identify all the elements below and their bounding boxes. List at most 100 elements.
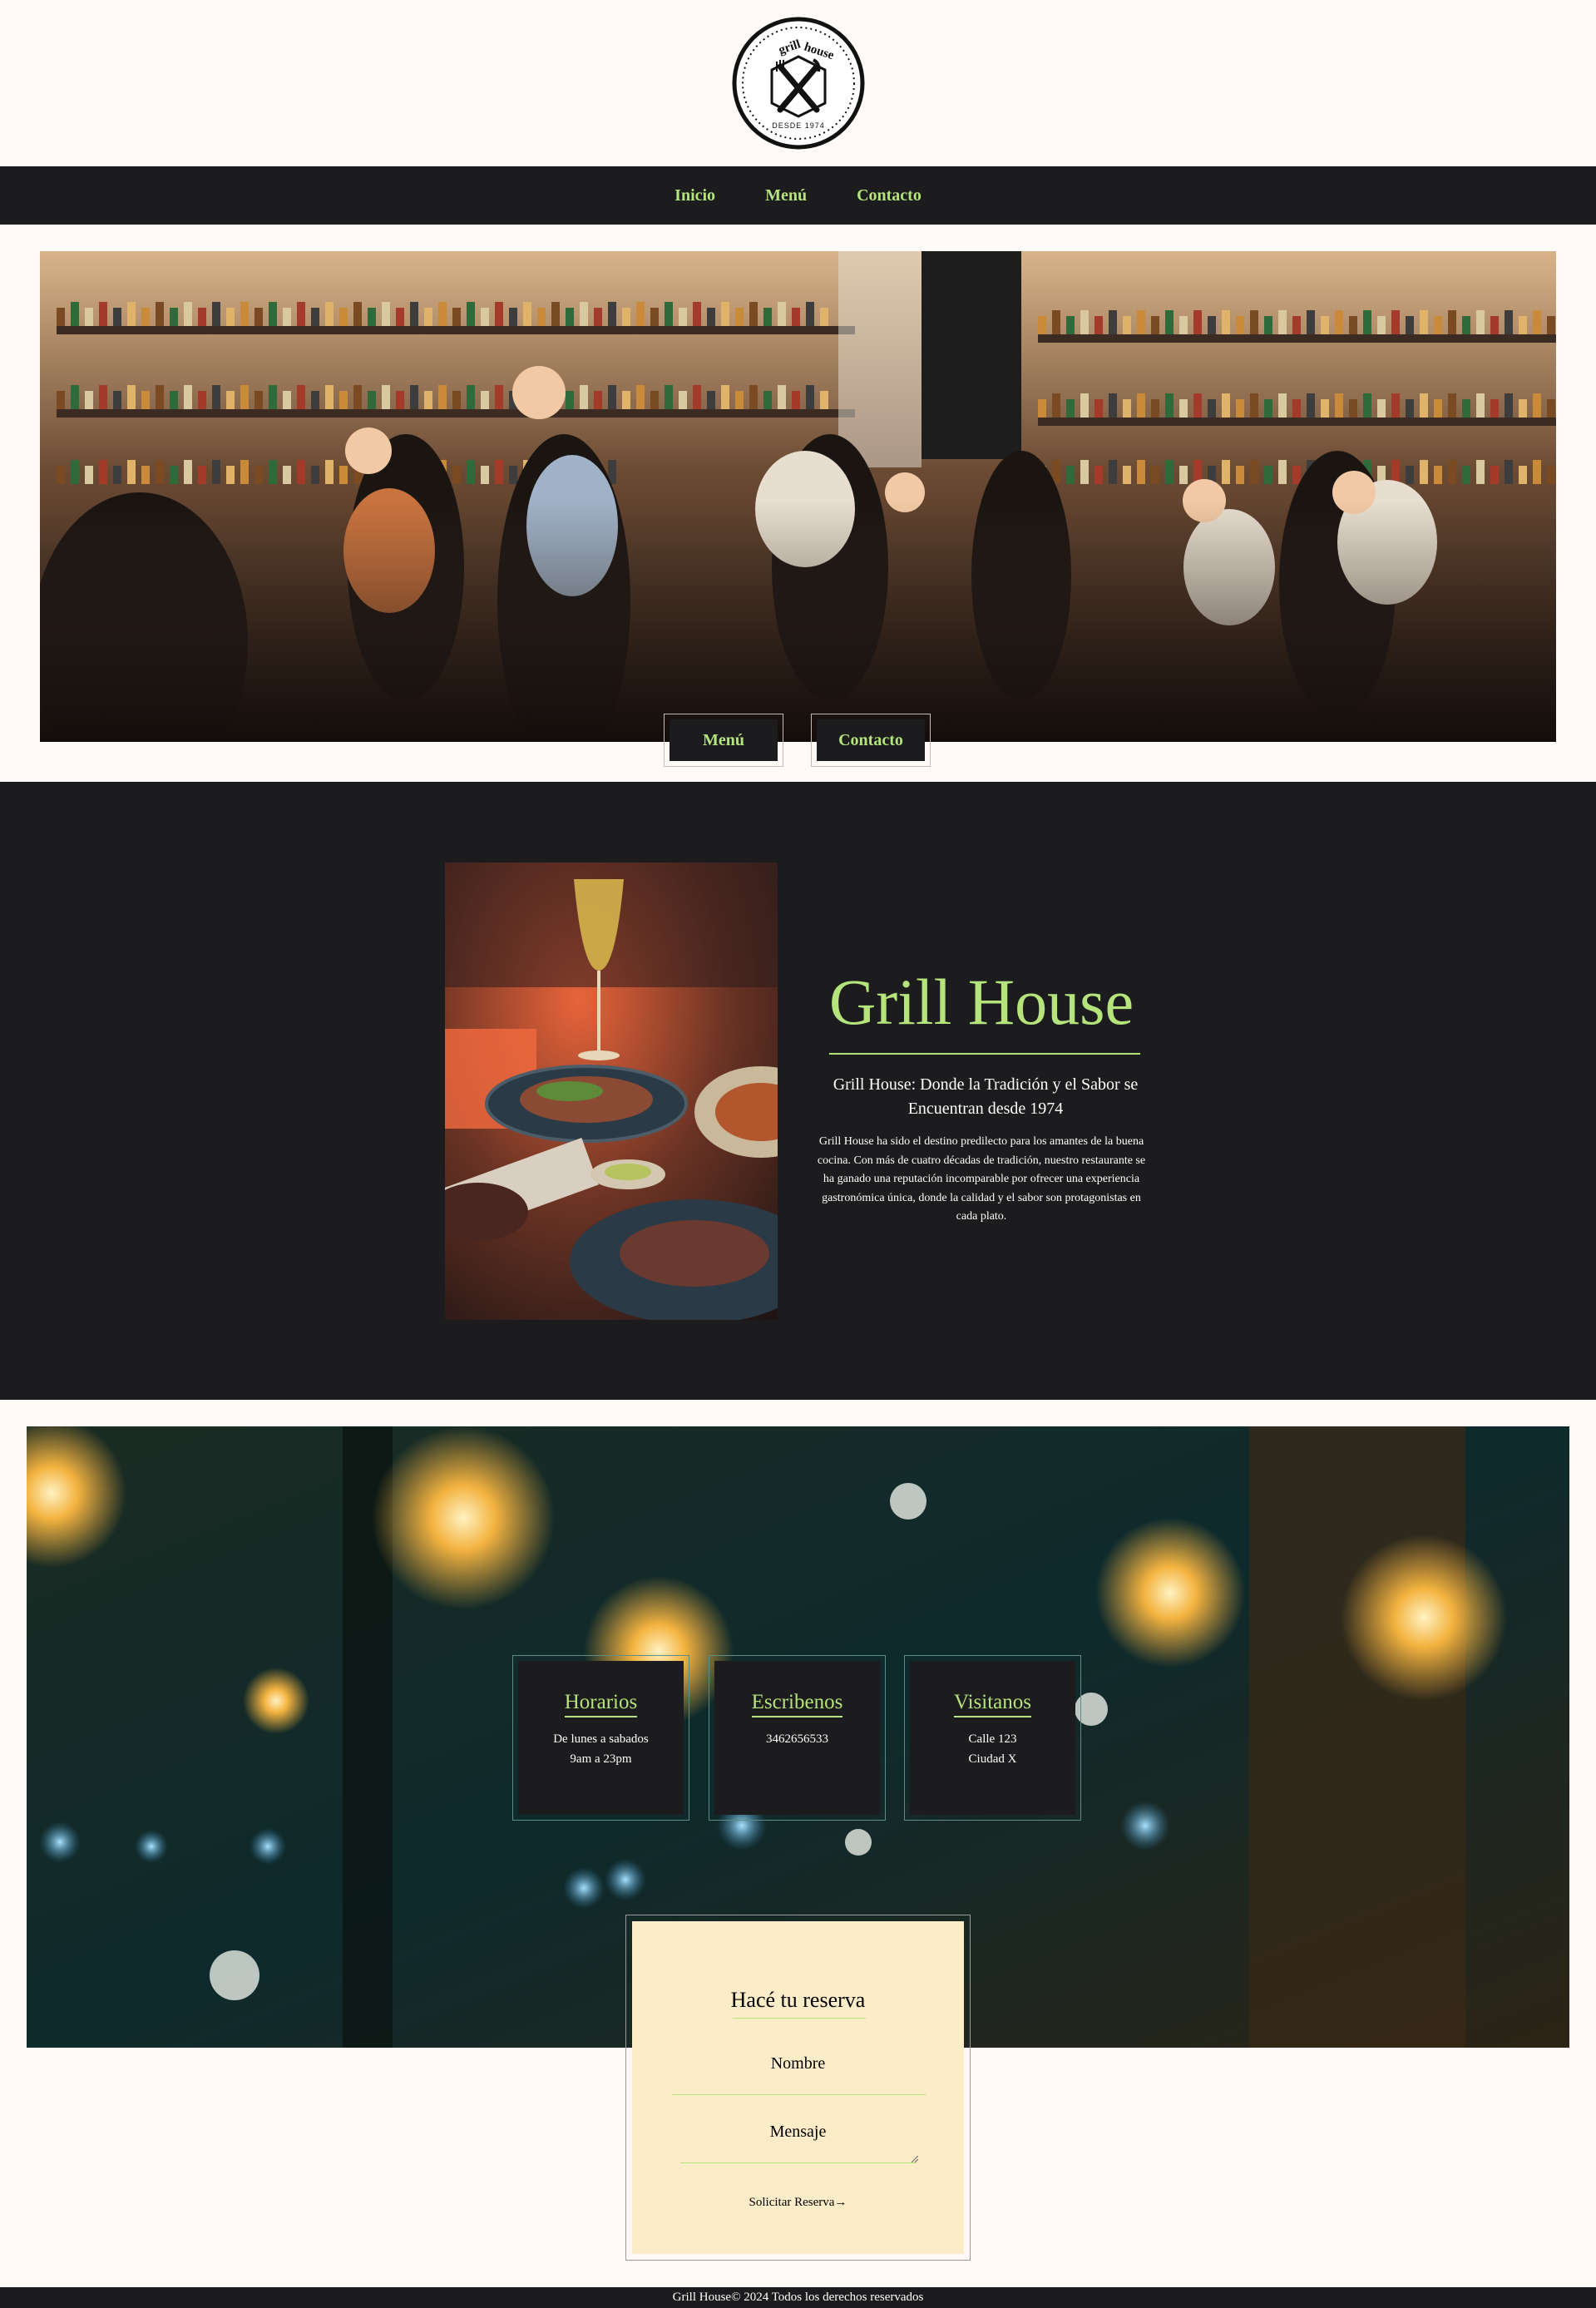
hero-contact-button[interactable]: Contacto xyxy=(817,719,925,761)
bottle-134 xyxy=(1377,316,1386,334)
bottle-149 xyxy=(1066,399,1075,418)
bottle-117 xyxy=(1137,310,1145,334)
bottle-35 xyxy=(551,302,560,326)
bottle-173 xyxy=(1406,399,1414,418)
logo-text-bottom: DESDE 1974 xyxy=(772,121,825,130)
resize-handle-icon[interactable] xyxy=(912,2156,918,2162)
bottle-46 xyxy=(707,308,715,326)
bottle-50 xyxy=(763,308,772,326)
bottle-227 xyxy=(141,466,150,484)
bottle-237 xyxy=(283,466,291,484)
bottle-228 xyxy=(156,460,164,484)
name-input[interactable] xyxy=(672,2094,926,2095)
hours-card-line1: De lunes a sabados xyxy=(553,1732,649,1746)
bottle-226 xyxy=(127,460,136,484)
bottle-197 xyxy=(1222,460,1230,484)
bottle-59 xyxy=(113,391,121,409)
bottle-141 xyxy=(1476,310,1485,334)
bottle-64 xyxy=(184,385,192,409)
bottle-71 xyxy=(283,391,291,409)
bottle-135 xyxy=(1391,310,1400,334)
about-body: Grill House ha sido el destino predilect… xyxy=(817,1135,1146,1223)
contact-card-phone[interactable]: 3462656533 xyxy=(714,1729,880,1749)
bottle-168 xyxy=(1335,393,1343,418)
bottle-13 xyxy=(240,302,249,326)
bottle-44 xyxy=(679,308,687,326)
bottle-166 xyxy=(1307,393,1315,418)
bottle-80 xyxy=(410,385,418,409)
bottle-32 xyxy=(509,308,517,326)
hero-menu-button[interactable]: Menú xyxy=(670,719,778,761)
bottle-190 xyxy=(1123,466,1131,484)
bottle-234 xyxy=(240,460,249,484)
bottle-12 xyxy=(226,308,235,326)
bottle-15 xyxy=(269,302,277,326)
bottle-54 xyxy=(820,308,828,326)
bottle-114 xyxy=(1094,316,1103,334)
nav-link-inicio[interactable]: Inicio xyxy=(674,186,715,205)
bottle-161 xyxy=(1236,399,1244,418)
bottle-94 xyxy=(608,385,616,409)
logo[interactable]: grill house DESDE 1974 xyxy=(732,17,865,150)
nav-link-contacto[interactable]: Contacto xyxy=(857,186,922,205)
bottle-182 xyxy=(1533,393,1541,418)
bottle-222 xyxy=(71,460,79,484)
visit-card-line2: Ciudad X xyxy=(968,1752,1017,1766)
bottle-130 xyxy=(1321,316,1329,334)
bottle-78 xyxy=(382,385,390,409)
bottle-36 xyxy=(566,308,574,326)
submit-reservation-button[interactable]: Solicitar Reserva→ xyxy=(632,2196,964,2210)
bottle-81 xyxy=(424,391,432,409)
bottle-127 xyxy=(1278,310,1287,334)
bottle-1 xyxy=(71,302,79,326)
bottle-231 xyxy=(198,466,206,484)
bottle-107 xyxy=(792,391,800,409)
bottle-17 xyxy=(297,302,305,326)
bottle-174 xyxy=(1420,393,1428,418)
bottle-77 xyxy=(368,391,376,409)
bottle-142 xyxy=(1490,316,1499,334)
bottle-179 xyxy=(1490,399,1499,418)
footer: Grill House© 2024 Todos los derechos res… xyxy=(0,2287,1596,2308)
bottle-26 xyxy=(424,308,432,326)
bottle-188 xyxy=(1094,466,1103,484)
bottle-110 xyxy=(1038,316,1046,334)
bottle-131 xyxy=(1335,310,1343,334)
bottle-101 xyxy=(707,391,715,409)
bottle-99 xyxy=(679,391,687,409)
bottle-133 xyxy=(1363,310,1371,334)
bottle-58 xyxy=(99,385,107,409)
bottle-139 xyxy=(1448,310,1456,334)
bottle-126 xyxy=(1264,316,1272,334)
reservation-form-frame: Hacé tu reserva Nombre Mensaje Solicitar… xyxy=(625,1915,971,2261)
bottle-162 xyxy=(1250,393,1258,418)
bottle-49 xyxy=(749,302,758,326)
bottle-28 xyxy=(452,308,461,326)
bottle-150 xyxy=(1080,393,1089,418)
bottle-34 xyxy=(537,308,546,326)
header: grill house DESDE 1974 xyxy=(0,0,1596,166)
bottle-155 xyxy=(1151,399,1159,418)
bottle-63 xyxy=(170,391,178,409)
about-section: Grill House Grill House: Donde la Tradic… xyxy=(0,782,1596,1400)
bottle-40 xyxy=(622,308,630,326)
bottle-128 xyxy=(1292,316,1301,334)
bottle-104 xyxy=(749,385,758,409)
bottle-72 xyxy=(297,385,305,409)
message-textarea[interactable] xyxy=(680,2162,917,2163)
bottle-145 xyxy=(1533,310,1541,334)
bottle-213 xyxy=(1448,460,1456,484)
bottle-115 xyxy=(1109,310,1117,334)
bottle-186 xyxy=(1066,466,1075,484)
bottle-111 xyxy=(1052,310,1060,334)
bottle-219 xyxy=(1533,460,1541,484)
nav-link-menu[interactable]: Menú xyxy=(765,186,807,205)
bottle-164 xyxy=(1278,393,1287,418)
bottle-31 xyxy=(495,302,503,326)
bottle-84 xyxy=(467,385,475,409)
bottle-33 xyxy=(523,302,531,326)
bottle-83 xyxy=(452,391,461,409)
bottle-73 xyxy=(311,391,319,409)
bottle-147 xyxy=(1038,399,1046,418)
bottle-9 xyxy=(184,302,192,326)
